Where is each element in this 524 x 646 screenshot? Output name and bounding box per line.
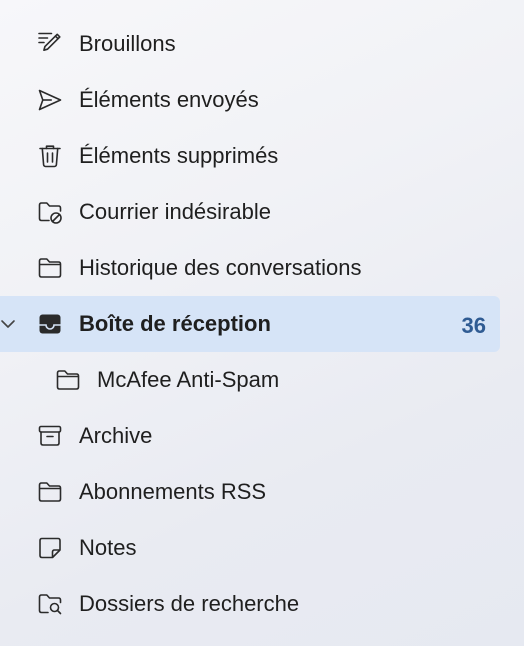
- folder-item-inbox[interactable]: Boîte de réception 36: [0, 296, 524, 352]
- chevron-down-icon[interactable]: [0, 314, 18, 334]
- folder-label: Historique des conversations: [79, 255, 362, 280]
- send-icon: [36, 86, 64, 114]
- archive-icon: [36, 422, 64, 450]
- folder-icon: [36, 478, 64, 506]
- folder-icon: [54, 366, 82, 394]
- folder-item-conversation-history[interactable]: Historique des conversations: [0, 240, 524, 296]
- folder-item-deleted[interactable]: Éléments supprimés: [0, 128, 524, 184]
- folder-item-archive[interactable]: Archive: [0, 408, 524, 464]
- search-folder-icon: [36, 590, 64, 618]
- folder-label: Éléments envoyés: [79, 87, 259, 112]
- folder-item-junk[interactable]: Courrier indésirable: [0, 184, 524, 240]
- folder-item-search-folders[interactable]: Dossiers de recherche: [0, 576, 524, 632]
- drafts-pencil-icon: [36, 30, 64, 58]
- folder-label: Dossiers de recherche: [79, 591, 300, 616]
- folder-label: Éléments supprimés: [79, 143, 279, 168]
- folder-list: Brouillons Éléments envoyés Éléments sup…: [0, 16, 524, 632]
- inbox-icon: [36, 310, 64, 338]
- folder-label: Abonnements RSS: [79, 479, 267, 504]
- note-icon: [36, 534, 64, 562]
- folder-item-sent[interactable]: Éléments envoyés: [0, 72, 524, 128]
- trash-icon: [36, 142, 64, 170]
- folder-label: Courrier indésirable: [79, 199, 271, 224]
- folder-icon: [36, 254, 64, 282]
- folder-label: Notes: [79, 535, 137, 560]
- junk-folder-icon: [36, 198, 64, 226]
- folder-item-mcafee-anti-spam[interactable]: McAfee Anti-Spam: [0, 352, 524, 408]
- folder-item-notes[interactable]: Notes: [0, 520, 524, 576]
- folder-label: Boîte de réception: [79, 311, 271, 336]
- folder-label: Brouillons: [79, 31, 176, 56]
- folder-item-rss[interactable]: Abonnements RSS: [0, 464, 524, 520]
- unread-count-badge: 36: [461, 313, 486, 338]
- folder-label: McAfee Anti-Spam: [97, 367, 280, 392]
- folder-item-drafts[interactable]: Brouillons: [0, 16, 524, 72]
- folder-label: Archive: [79, 423, 153, 448]
